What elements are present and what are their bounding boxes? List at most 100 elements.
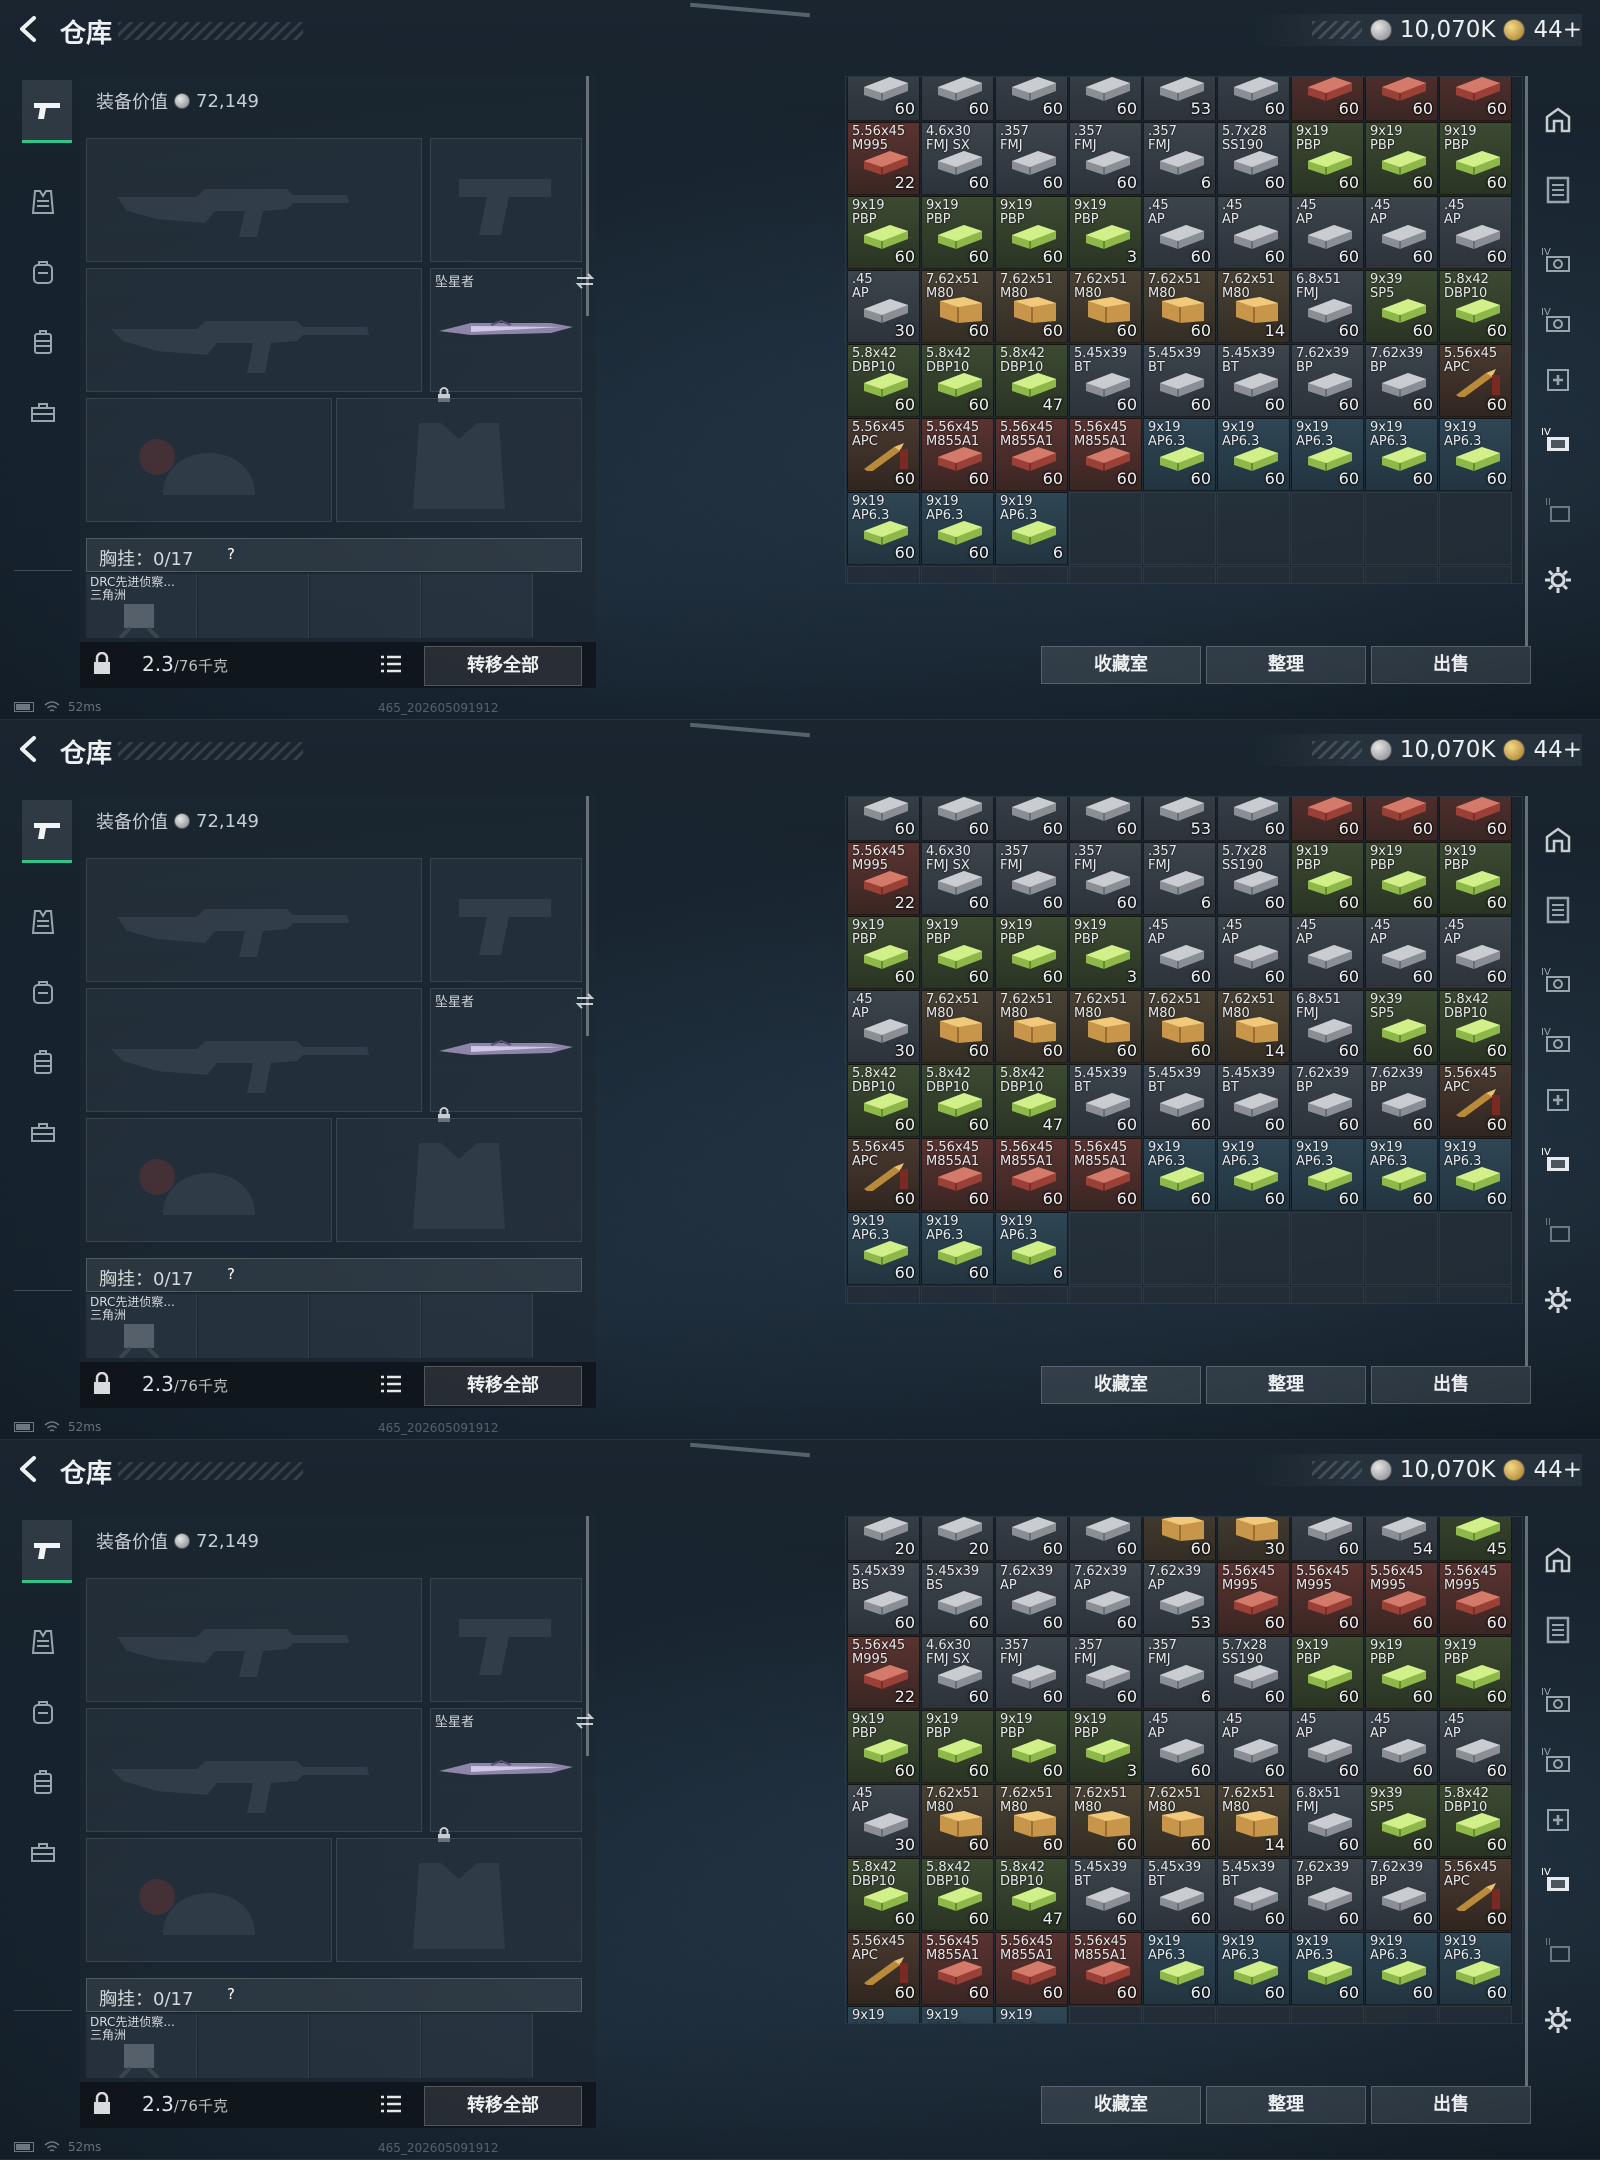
ammo-slot[interactable]: 9x19 AP6.3 60 — [1217, 1932, 1290, 2005]
nav-case[interactable] — [22, 1752, 64, 1812]
back-arrow-icon[interactable] — [14, 14, 44, 44]
ammo-slot[interactable]: 9x19 PBP 60 — [1365, 122, 1438, 195]
chest-rig-slot[interactable] — [422, 2014, 533, 2078]
medkit-icon[interactable] — [1539, 360, 1577, 400]
empty-slot[interactable] — [1439, 2006, 1512, 2023]
ammo-iv-icon[interactable]: IV — [1539, 240, 1577, 280]
nav-vest[interactable] — [22, 1612, 64, 1672]
empty-slot[interactable] — [1365, 2006, 1438, 2023]
ammo-slot[interactable]: 5.45x39 BT 60 — [1069, 344, 1142, 417]
ammo-slot[interactable]: 7.62x39 BP 60 — [1365, 344, 1438, 417]
ammo-slot[interactable]: 7.62x39 AP 60 — [1069, 1562, 1142, 1635]
ammo-iv-icon[interactable]: IV — [1539, 1740, 1577, 1780]
secondary-weapon-slot[interactable] — [86, 988, 422, 1112]
ammo-slot[interactable]: 9x19 PBP 60 — [1439, 122, 1512, 195]
secondary-weapon-slot[interactable] — [86, 1708, 422, 1832]
ammo-slot[interactable]: .357 FMJ 60 — [1069, 1636, 1142, 1709]
ammo-slot[interactable]: 5.56x45 M995 60 — [1439, 1562, 1512, 1635]
transfer-all-button[interactable]: 转移全部 — [424, 2086, 582, 2126]
chest-rig-slot[interactable] — [198, 2014, 309, 2078]
organize-button[interactable]: 整理 — [1206, 2086, 1366, 2124]
empty-slot[interactable] — [1291, 1286, 1364, 1303]
ammo-slot[interactable]: 9x19 AP6.3 60 — [1143, 418, 1216, 491]
ammo-slot[interactable]: 5.8x42 DBP10 60 — [847, 344, 920, 417]
list-icon[interactable] — [380, 654, 402, 678]
empty-slot[interactable] — [1217, 492, 1290, 565]
ammo-slot[interactable]: 4.6x30 FMJ SX 60 — [921, 842, 994, 915]
ammo-slot[interactable]: 7.62x51 M80 60 — [995, 1784, 1068, 1857]
empty-slot[interactable] — [995, 566, 1068, 583]
transfer-all-button[interactable]: 转移全部 — [424, 646, 582, 686]
ammo-slot[interactable]: 9x39 SP5 60 — [1365, 990, 1438, 1063]
ammo-slot[interactable]: 5.45x39 BS 60 — [921, 1562, 994, 1635]
ammo-slot[interactable]: 9x19 PBP 60 — [921, 196, 994, 269]
ammo-slot[interactable]: 9x19 AP6.3 60 — [921, 492, 994, 565]
nav-vest[interactable] — [22, 172, 64, 232]
ammo-slot[interactable]: 60 — [1143, 1517, 1216, 1561]
empty-slot[interactable] — [1365, 492, 1438, 565]
list-icon[interactable] — [1539, 1610, 1577, 1650]
nav-backpack[interactable] — [22, 1682, 64, 1742]
chest-rig-slot[interactable] — [422, 1294, 533, 1358]
ammo-slot[interactable]: .357 FMJ 6 — [1143, 122, 1216, 195]
empty-slot[interactable] — [1069, 2006, 1142, 2023]
ammo-slot[interactable]: 60 — [847, 77, 920, 121]
ammo-slot[interactable]: .45 AP 60 — [1365, 1710, 1438, 1783]
ammo-slot[interactable]: 9x19 AP6.3 60 — [1439, 1932, 1512, 2005]
ammo-slot[interactable]: 30 — [1217, 1517, 1290, 1561]
chest-rig-item[interactable]: DRC先进侦察... 三角洲 — [86, 1294, 197, 1360]
depot-icon[interactable] — [1539, 100, 1577, 140]
ammo-slot[interactable]: .45 AP 60 — [1143, 1710, 1216, 1783]
ammo-slot[interactable]: 9x19 PBP 60 — [995, 916, 1068, 989]
chest-rig-slot[interactable] — [198, 574, 309, 638]
ammo-slot[interactable]: 5.56x45 M855A1 60 — [1069, 1138, 1142, 1211]
ammo-slot[interactable]: 5.56x45 APC 60 — [847, 418, 920, 491]
ammo-slot[interactable]: 4.6x30 FMJ SX 60 — [921, 1636, 994, 1709]
ammo-slot[interactable]: 7.62x39 BP 60 — [1291, 344, 1364, 417]
melee-slot[interactable]: 坠星者 — [430, 988, 595, 1122]
pistol-slot[interactable] — [430, 858, 582, 982]
pistol-slot[interactable] — [430, 1578, 582, 1702]
chest-rig-slot[interactable] — [198, 1294, 309, 1358]
ammo-slot[interactable]: 9x19 PBP 60 — [1365, 842, 1438, 915]
equipment-scrollbar[interactable] — [586, 796, 589, 1036]
ammo-slot[interactable]: 5.45x39 BT 60 — [1069, 1858, 1142, 1931]
ammo-slot[interactable]: 5.45x39 BT 60 — [1069, 1064, 1142, 1137]
ammo-slot[interactable]: .357 FMJ 60 — [1069, 122, 1142, 195]
ammo-slot[interactable]: 5.8x42 DBP10 60 — [921, 344, 994, 417]
equipment-scrollbar[interactable] — [586, 1516, 589, 1756]
empty-slot[interactable] — [1365, 566, 1438, 583]
ammo-slot[interactable]: 5.56x45 M855A1 60 — [921, 1932, 994, 2005]
help-icon[interactable]: ? — [221, 544, 241, 564]
ammo-slot[interactable]: .45 AP 60 — [1217, 916, 1290, 989]
ammo-slot[interactable]: 9x19 PBP 60 — [847, 1710, 920, 1783]
ammo-slot[interactable]: 7.62x51 M80 60 — [1143, 270, 1216, 343]
back-arrow-icon[interactable] — [14, 734, 44, 764]
ammo-slot[interactable]: 5.8x42 DBP10 60 — [847, 1064, 920, 1137]
ammo-slot[interactable]: .45 AP 60 — [1439, 1710, 1512, 1783]
chest-rig-item[interactable]: DRC先进侦察... 三角洲 — [86, 2014, 197, 2080]
ammo-slot[interactable]: .45 AP 30 — [847, 1784, 920, 1857]
item-icon[interactable]: II — [1539, 1930, 1577, 1970]
equipment-scrollbar[interactable] — [586, 76, 589, 316]
ammo-slot[interactable]: 7.62x51 M80 14 — [1217, 270, 1290, 343]
ammo-slot[interactable]: 60 — [1069, 797, 1142, 841]
helmet-slot[interactable] — [86, 1838, 332, 1962]
ammo-slot[interactable]: 9x19 PBP 60 — [995, 196, 1068, 269]
sell-button[interactable]: 出售 — [1371, 2086, 1531, 2124]
ammo-slot[interactable]: 5.45x39 BT 60 — [1217, 344, 1290, 417]
chest-rig-slot[interactable] — [422, 574, 533, 638]
ammo-slot[interactable]: 60 — [995, 77, 1068, 121]
ammo-slot[interactable]: 60 — [1069, 77, 1142, 121]
ammo-slot[interactable]: 9x39 SP5 60 — [1365, 1784, 1438, 1857]
ammo-slot[interactable]: 5.56x45 M995 60 — [1217, 1562, 1290, 1635]
ammo-slot[interactable]: 9x19 AP6.3 60 — [1365, 1932, 1438, 2005]
ammo-slot[interactable]: 7.62x51 M80 60 — [1069, 270, 1142, 343]
ammo-slot[interactable]: 60 — [1291, 1517, 1364, 1561]
empty-slot[interactable] — [1069, 1286, 1142, 1303]
ammo-slot[interactable]: .357 FMJ 60 — [995, 842, 1068, 915]
sell-button[interactable]: 出售 — [1371, 1366, 1531, 1404]
ammo-slot[interactable]: 60 — [1365, 77, 1438, 121]
ammo-slot[interactable]: .45 AP 60 — [1291, 196, 1364, 269]
ammo-slot[interactable]: 9x19 AP6.3 60 — [1365, 1138, 1438, 1211]
